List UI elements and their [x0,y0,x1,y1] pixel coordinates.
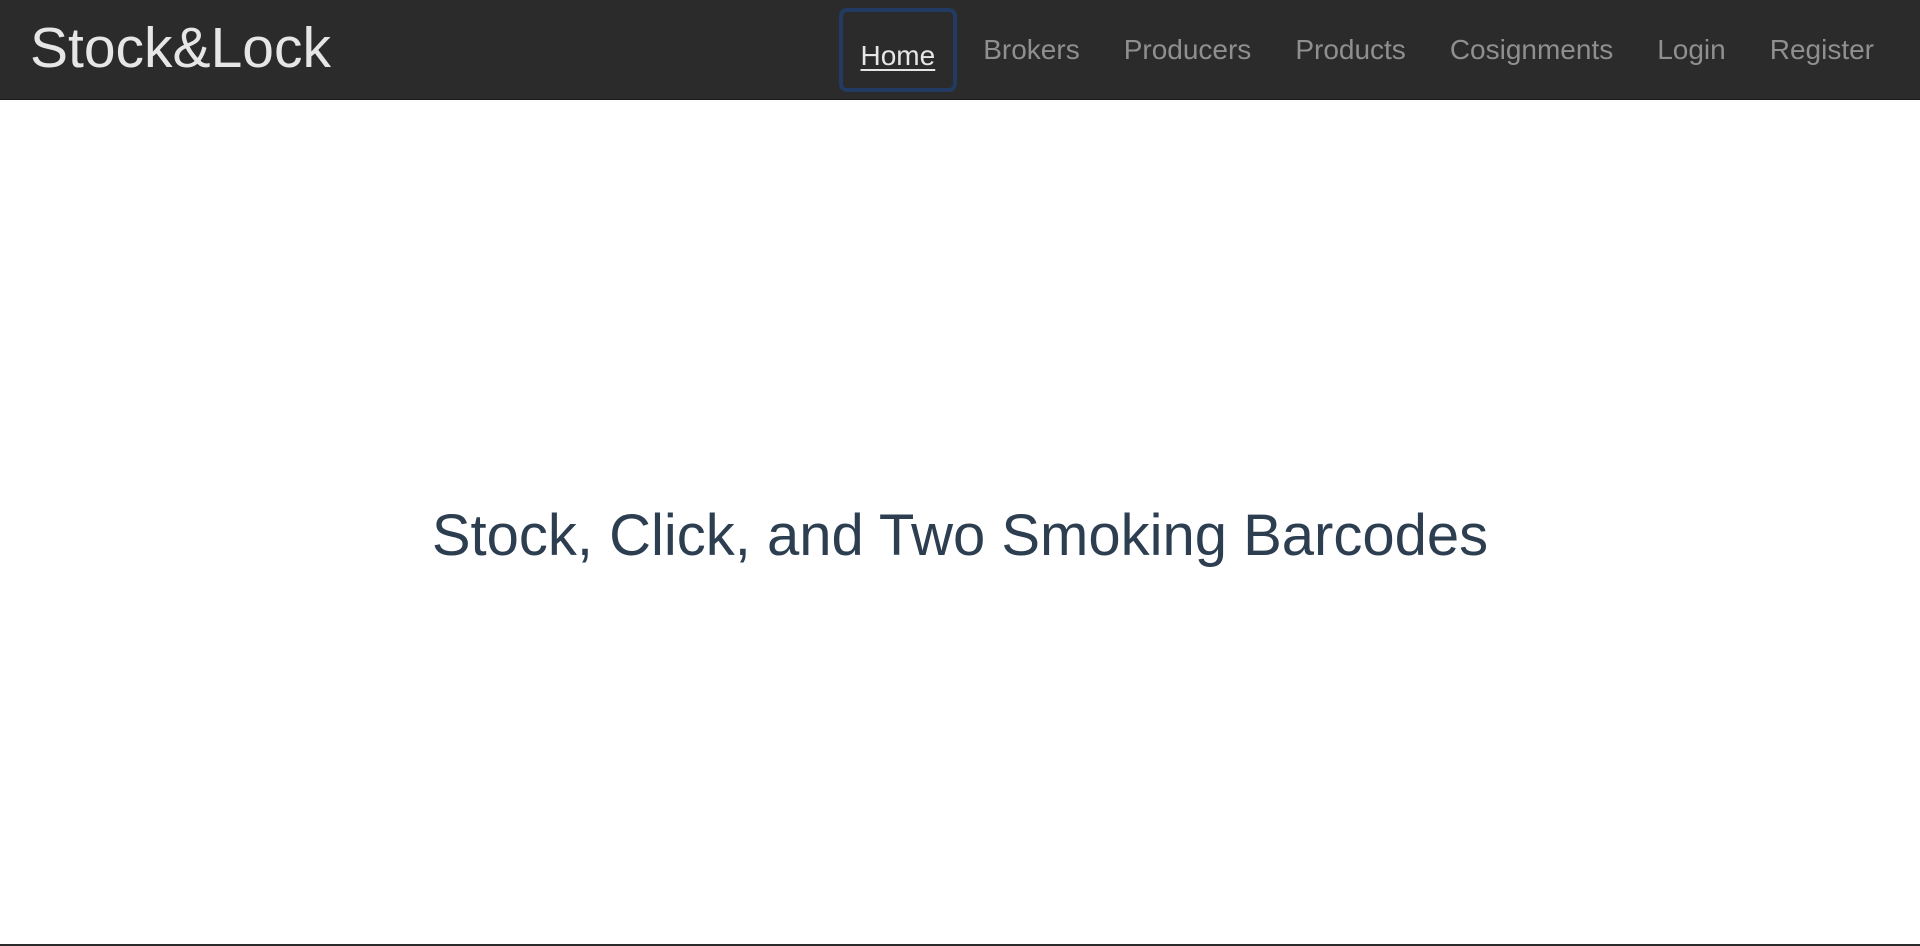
nav-item-home: Home [838,8,962,92]
nav-link-cosignments[interactable]: Cosignments [1428,19,1635,81]
nav-link-brokers[interactable]: Brokers [961,19,1101,81]
nav-link-home[interactable]: Home [838,8,958,92]
top-navbar: Stock&Lock Home Brokers Producers Produc… [0,0,1920,100]
nav-item-login: Login [1635,19,1748,81]
nav-link-products[interactable]: Products [1273,19,1428,81]
nav-link-register[interactable]: Register [1748,19,1896,81]
nav-item-register: Register [1748,19,1896,81]
nav-item-cosignments: Cosignments [1428,19,1635,81]
nav-item-brokers: Brokers [961,19,1101,81]
nav-link-login[interactable]: Login [1635,19,1748,81]
nav-menu: Home Brokers Producers Products Cosignme… [838,0,1920,100]
nav-item-producers: Producers [1102,19,1274,81]
nav-item-products: Products [1273,19,1428,81]
brand-logo-link[interactable]: Stock&Lock [30,14,331,82]
hero-headline: Stock, Click, and Two Smoking Barcodes [431,503,1489,568]
nav-link-producers[interactable]: Producers [1102,19,1274,81]
hero-section: Stock, Click, and Two Smoking Barcodes [0,100,1920,942]
